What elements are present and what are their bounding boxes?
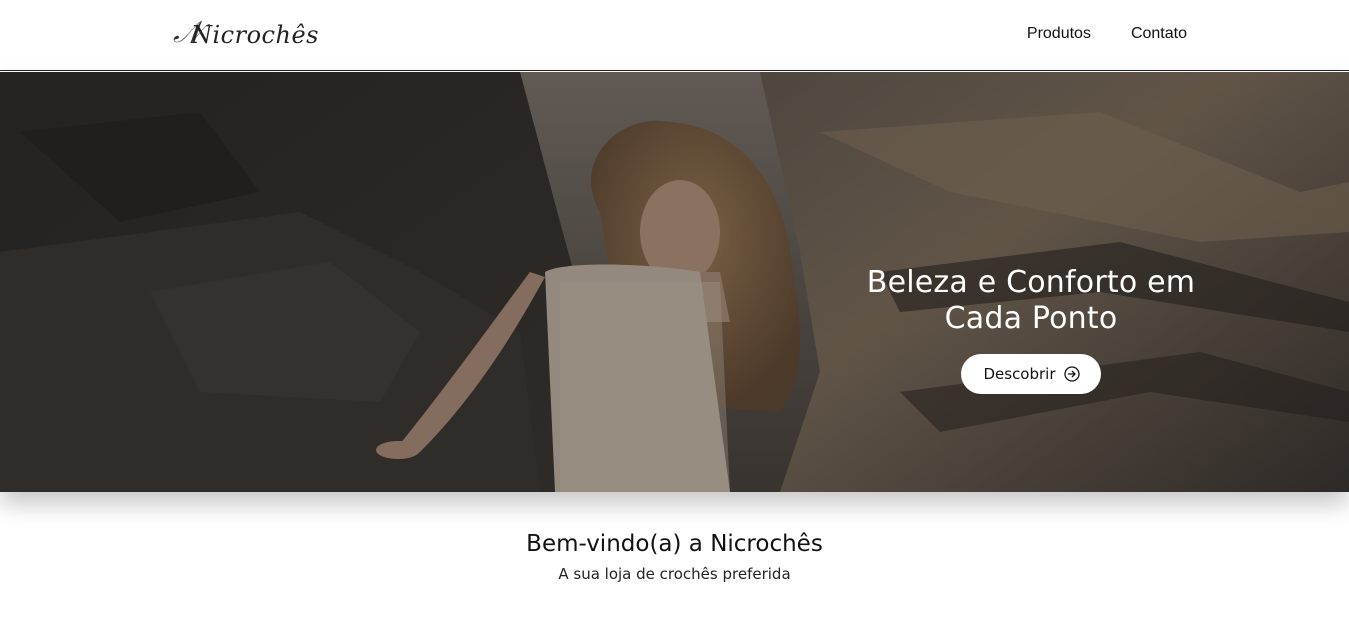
hero-content: Beleza e Conforto em Cada Ponto Descobri… <box>860 265 1202 394</box>
hero-title: Beleza e Conforto em Cada Ponto <box>860 265 1202 337</box>
hero-title-line-1: Beleza e Conforto em <box>866 265 1196 300</box>
site-header: 𝒩 Nicrochês Produtos Contato <box>0 0 1349 71</box>
main-nav: Produtos Contato <box>1027 24 1187 44</box>
discover-button[interactable]: Descobrir <box>961 354 1101 394</box>
logo-text: Nicrochês <box>191 21 319 49</box>
hero-title-line-2: Cada Ponto <box>944 301 1118 336</box>
hero-banner: Beleza e Conforto em Cada Ponto Descobri… <box>0 72 1349 492</box>
nav-link-contato[interactable]: Contato <box>1131 24 1187 44</box>
discover-button-label: Descobrir <box>983 365 1056 383</box>
welcome-section: Bem-vindo(a) a Nicrochês A sua loja de c… <box>0 528 1349 584</box>
welcome-title: Bem-vindo(a) a Nicrochês <box>526 531 823 557</box>
welcome-subtitle: A sua loja de crochês preferida <box>558 565 791 583</box>
logo[interactable]: 𝒩 Nicrochês <box>163 8 318 56</box>
nav-link-produtos[interactable]: Produtos <box>1027 24 1091 44</box>
arrow-right-circle-icon <box>1063 366 1080 382</box>
